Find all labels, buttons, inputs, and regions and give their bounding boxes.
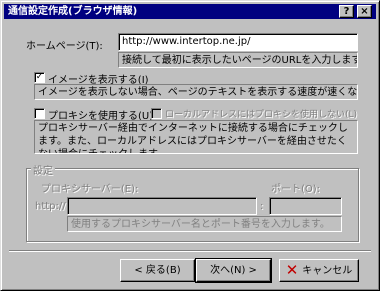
show-images-checkbox[interactable]: ✓ <box>34 72 45 83</box>
port-label: ポート(O): <box>271 184 321 195</box>
window-title: 通信設定作成(ブラウザ情報) <box>8 6 138 17</box>
use-proxy-help-text: プロキシサーバー経由でインターネットに接続する場合にチェックします。また、ローカ… <box>34 120 358 154</box>
button-separator <box>9 250 371 252</box>
homepage-input[interactable]: http://www.intertop.ne.jp/ <box>118 33 358 51</box>
title-bar[interactable]: 通信設定作成(ブラウザ情報) ? × <box>4 4 376 19</box>
dialog-window: 通信設定作成(ブラウザ情報) ? × ホームページ(T): http://www… <box>0 0 380 291</box>
no-proxy-local-label[interactable]: ローカルアドレスにはプロキシを使用しない(L) <box>165 107 357 120</box>
close-button[interactable]: × <box>357 5 372 18</box>
help-button[interactable]: ? <box>339 5 354 18</box>
settings-group-title: 設定 <box>31 162 55 177</box>
proxy-settings-help-text: 使用するプロキシサーバー名とポート番号を入力します。 <box>67 216 342 232</box>
back-button[interactable]: < 戻る(B) <box>120 259 195 282</box>
homepage-help-text: 接続して最初に表示したいページのURLを入力します。 <box>118 52 358 68</box>
next-button[interactable]: 次へ(N) > <box>195 258 272 283</box>
show-images-help-text: イメージを表示しない場合、ページのテキストを表示する速度が速くなります。 <box>34 84 358 100</box>
no-proxy-local-checkbox[interactable] <box>151 108 162 119</box>
http-prefix-label: http:// <box>35 201 66 212</box>
cancel-button-label: キャンセル <box>302 265 353 277</box>
cancel-x-icon: ✕ <box>285 261 299 279</box>
use-proxy-checkbox[interactable] <box>34 108 45 119</box>
port-separator: : <box>260 201 264 212</box>
proxy-server-input[interactable] <box>67 197 257 215</box>
cancel-button[interactable]: ✕ キャンセル <box>279 259 359 282</box>
homepage-label: ホームページ(T): <box>26 41 103 52</box>
port-input[interactable] <box>269 197 342 215</box>
proxy-server-label: プロキシサーバー(E): <box>41 184 139 195</box>
